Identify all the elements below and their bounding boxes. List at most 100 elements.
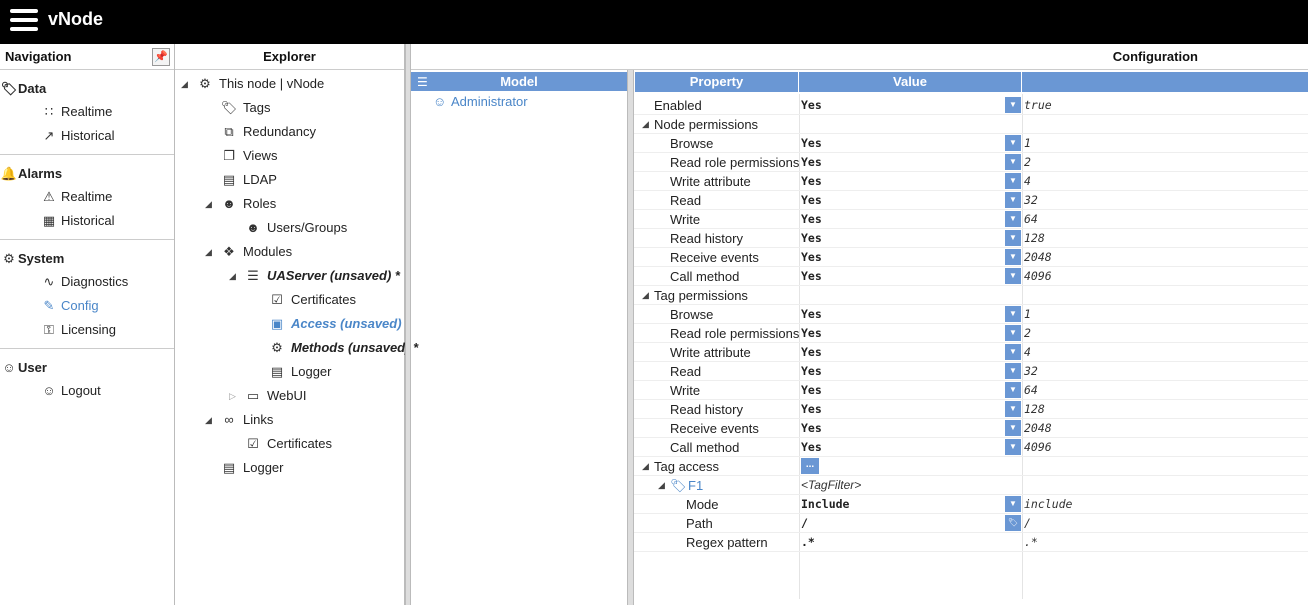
property-value[interactable]: Yes [801,229,1021,248]
property-value[interactable]: Yes [801,153,1021,172]
collapse-icon[interactable]: ◢ [205,408,212,432]
nav-item-alarms-realtime[interactable]: ⚠ Realtime [0,185,174,209]
collapse-icon[interactable]: ◢ [658,476,665,495]
chevron-down-icon[interactable]: ▼ [1005,496,1021,512]
tree-node-users-groups[interactable]: ☻ Users/Groups [243,216,347,240]
value-column-header[interactable]: Value [799,72,1021,92]
nav-item-licensing[interactable]: ⚿ Licensing [0,318,174,342]
property-row[interactable]: ◢ F1 🏷 <TagFilter> [634,476,1308,495]
chevron-down-icon[interactable]: ▼ [1005,268,1021,284]
tree-node-roles[interactable]: ◢ ☻ Roles [205,192,276,216]
nav-item-alarms-historical[interactable]: ▦ Historical [0,209,174,233]
property-row[interactable]: Receive events Yes ▼ 2048 [634,248,1308,267]
property-row[interactable]: Browse Yes ▼ 1 [634,305,1308,324]
property-row[interactable]: Read role permissions Yes ▼ 2 [634,324,1308,343]
model-item-administrator[interactable]: ☺ Administrator [411,92,627,111]
property-value[interactable]: Yes [801,267,1021,286]
property-value[interactable]: Yes [801,210,1021,229]
chevron-down-icon[interactable]: ▼ [1005,135,1021,151]
chevron-down-icon[interactable]: ▼ [1005,211,1021,227]
tree-node-views[interactable]: ❐ Views [219,144,277,168]
chevron-down-icon[interactable]: ▼ [1005,382,1021,398]
property-row[interactable]: Browse Yes ▼ 1 [634,134,1308,153]
tree-node-redundancy[interactable]: ⧉ Redundancy [219,120,316,144]
chevron-down-icon[interactable]: ▼ [1005,363,1021,379]
property-row[interactable]: ◢ Tag access... [634,457,1308,476]
chevron-down-icon[interactable]: ▼ [1005,154,1021,170]
property-value[interactable]: Yes [801,172,1021,191]
collapse-icon[interactable]: ◢ [205,192,212,216]
tree-node-methods[interactable]: ⚙ Methods (unsaved) * [267,336,418,360]
tree-node-modules[interactable]: ◢ ❖ Modules [205,240,292,264]
collapse-icon[interactable]: ◢ [642,115,649,134]
property-row[interactable]: Mode Include ▼ include [634,495,1308,514]
collapse-icon[interactable]: ◢ [642,457,649,476]
property-value[interactable]: Yes [801,191,1021,210]
property-value[interactable]: Yes [801,305,1021,324]
property-row[interactable]: Call method Yes ▼ 4096 [634,267,1308,286]
property-value[interactable]: Yes [801,362,1021,381]
nav-item-logout[interactable]: ☺ Logout [0,379,174,403]
tree-node-tags[interactable]: 🏷 Tags [219,96,271,120]
nav-item-config[interactable]: ✎ Config [0,294,174,318]
hamburger-menu-icon[interactable] [10,9,38,31]
property-value[interactable]: Yes [801,419,1021,438]
property-value[interactable]: .* [801,533,1021,552]
collapse-icon[interactable]: ◢ [181,72,188,96]
property-row[interactable]: Write Yes ▼ 64 [634,381,1308,400]
property-column-header[interactable]: Property [635,72,798,92]
nav-item-data-historical[interactable]: ↗ Historical [0,124,174,148]
property-row[interactable]: Write attribute Yes ▼ 4 [634,343,1308,362]
property-value[interactable]: Include [801,495,1021,514]
property-row[interactable]: ◢ Node permissions [634,115,1308,134]
property-value[interactable]: Yes [801,438,1021,457]
tag-picker-icon[interactable]: 🏷 [1005,515,1021,531]
property-row[interactable]: Read role permissions Yes ▼ 2 [634,153,1308,172]
property-row[interactable]: Write attribute Yes ▼ 4 [634,172,1308,191]
property-row[interactable]: Read history Yes ▼ 128 [634,229,1308,248]
tree-node-this-node[interactable]: ◢ ⚙ This node | vNode [181,72,324,96]
chevron-down-icon[interactable]: ▼ [1005,306,1021,322]
tree-node-links-certificates[interactable]: ☑ Certificates [243,432,332,456]
nav-item-diagnostics[interactable]: ∿ Diagnostics [0,270,174,294]
chevron-down-icon[interactable]: ▼ [1005,420,1021,436]
chevron-down-icon[interactable]: ▼ [1005,97,1021,113]
property-row[interactable]: Write Yes ▼ 64 [634,210,1308,229]
chevron-down-icon[interactable]: ▼ [1005,344,1021,360]
chevron-down-icon[interactable]: ▼ [1005,249,1021,265]
property-row[interactable]: ◢ Tag permissions [634,286,1308,305]
tree-node-logger[interactable]: ▤ Logger [219,456,284,480]
chevron-down-icon[interactable]: ▼ [1005,325,1021,341]
tree-node-uaserver[interactable]: ◢ ☰ UAServer (unsaved) * [229,264,400,288]
property-value[interactable]: Yes [801,134,1021,153]
property-value[interactable]: Yes [801,400,1021,419]
property-row[interactable]: Read history Yes ▼ 128 [634,400,1308,419]
expand-icon[interactable]: ▷ [229,384,236,408]
property-value[interactable]: Yes [801,248,1021,267]
tree-node-links[interactable]: ◢ ∞ Links [205,408,273,432]
tree-node-uaserver-logger[interactable]: ▤ Logger [267,360,332,384]
pin-icon[interactable]: 📌 [152,48,170,66]
property-row[interactable]: Enabled Yes ▼ true [634,96,1308,115]
menu-icon[interactable]: ☰ [417,72,428,92]
collapse-icon[interactable]: ◢ [205,240,212,264]
property-value[interactable]: Yes [801,343,1021,362]
property-value[interactable]: Yes [801,324,1021,343]
chevron-down-icon[interactable]: ▼ [1005,192,1021,208]
chevron-down-icon[interactable]: ▼ [1005,439,1021,455]
property-row[interactable]: Read Yes ▼ 32 [634,362,1308,381]
tree-node-certificates[interactable]: ☑ Certificates [267,288,356,312]
ellipsis-button[interactable]: ... [801,458,819,474]
collapse-icon[interactable]: ◢ [229,264,236,288]
raw-column-header[interactable] [1022,72,1308,92]
property-value[interactable]: Yes [801,96,1021,115]
collapse-icon[interactable]: ◢ [642,286,649,305]
chevron-down-icon[interactable]: ▼ [1005,401,1021,417]
chevron-down-icon[interactable]: ▼ [1005,173,1021,189]
property-row[interactable]: Call method Yes ▼ 4096 [634,438,1308,457]
property-row[interactable]: Receive events Yes ▼ 2048 [634,419,1308,438]
tree-node-ldap[interactable]: ▤ LDAP [219,168,277,192]
tree-node-access[interactable]: ▣ Access (unsaved) * [267,312,410,336]
property-value[interactable]: Yes [801,381,1021,400]
property-row[interactable]: Path / 🏷 / [634,514,1308,533]
